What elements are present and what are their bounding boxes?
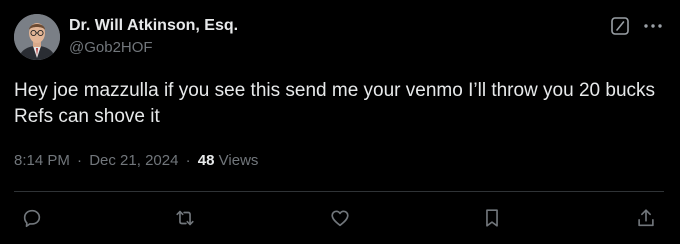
avatar[interactable] [14,14,60,60]
grok-icon[interactable] [610,16,630,36]
views-count[interactable]: 48 [198,152,215,169]
author-handle[interactable]: @Gob2HOF [69,39,153,56]
tweet-date[interactable]: Dec 21, 2024 [89,152,178,169]
more-icon[interactable] [641,16,665,36]
like-icon[interactable] [327,205,353,231]
divider [14,191,664,192]
reply-icon[interactable] [19,205,45,231]
bookmark-icon[interactable] [479,205,505,231]
share-icon[interactable] [633,205,659,231]
meta-separator: · [185,152,191,169]
author-name[interactable]: Dr. Will Atkinson, Esq. [69,17,238,35]
tweet-text: Hey joe mazzulla if you see this send me… [14,80,656,127]
meta-separator: · [77,152,83,169]
retweet-icon[interactable] [172,205,198,231]
tweet-meta: 8:14 PM · Dec 21, 2024 · 48 Views [14,152,258,169]
views-label[interactable]: Views [219,152,259,169]
tweet-time[interactable]: 8:14 PM [14,152,70,169]
